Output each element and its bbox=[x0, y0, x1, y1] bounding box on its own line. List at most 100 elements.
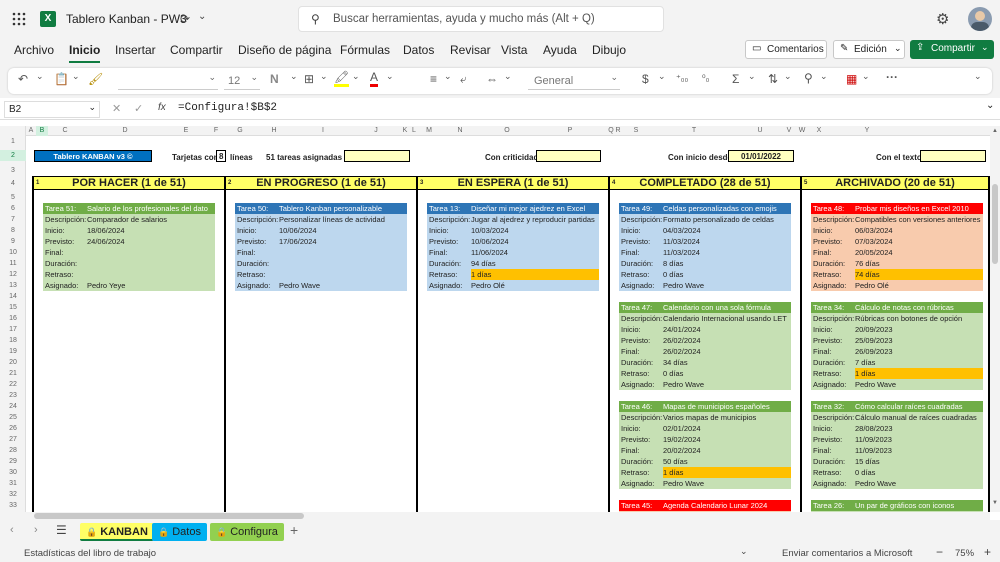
scroll-down-icon[interactable]: ▼ bbox=[992, 500, 998, 506]
task-card[interactable]: Tarea 49: Celdas personalizadas con emoji… bbox=[619, 203, 791, 291]
column-header[interactable]: A bbox=[26, 126, 36, 136]
name-box[interactable]: B2 ⌄ bbox=[4, 101, 100, 118]
column-header[interactable]: X bbox=[808, 126, 830, 136]
row-header[interactable]: 27 bbox=[0, 434, 26, 445]
task-card[interactable]: Tarea 47: Calendario con una sola fórmula… bbox=[619, 302, 791, 390]
menu-tab-6[interactable]: Datos bbox=[403, 43, 434, 57]
tarjetas-lineas-input[interactable]: 8 bbox=[216, 150, 226, 162]
menu-tab-0[interactable]: Archivo bbox=[14, 43, 54, 57]
column-header[interactable]: P bbox=[532, 126, 608, 136]
chevron-down-icon[interactable]: ⌄ bbox=[444, 71, 452, 82]
vertical-scroll-thumb[interactable] bbox=[992, 184, 998, 264]
zoom-level[interactable]: 75% bbox=[955, 548, 974, 559]
document-title[interactable]: Tablero Kanban - PW3 bbox=[66, 12, 187, 26]
card-header[interactable]: Tarea 50: Tablero Kanban personalizable bbox=[235, 203, 407, 214]
font-style-icon[interactable]: N bbox=[270, 72, 279, 86]
row-header[interactable]: 21 bbox=[0, 368, 26, 379]
row-header[interactable]: 30 bbox=[0, 467, 26, 478]
row-header[interactable]: 22 bbox=[0, 379, 26, 390]
decrease-decimal-icon[interactable]: ⁰₀ bbox=[702, 73, 709, 84]
menu-tab-3[interactable]: Compartir bbox=[170, 43, 223, 57]
conditional-format-icon[interactable]: ▦ bbox=[846, 72, 857, 86]
card-header[interactable]: Tarea 26: Un par de gráficos con iconos bbox=[811, 500, 983, 511]
row-header[interactable]: 6 bbox=[0, 203, 26, 214]
column-header[interactable]: S bbox=[622, 126, 650, 136]
card-header[interactable]: Tarea 51: Salario de los profesionales de… bbox=[43, 203, 215, 214]
number-format-select[interactable]: General ⌄ bbox=[528, 72, 620, 90]
row-header[interactable]: 24 bbox=[0, 401, 26, 412]
column-header[interactable]: V bbox=[782, 126, 796, 136]
chevron-down-icon[interactable]: ⌄ bbox=[658, 71, 666, 82]
column-header[interactable]: D bbox=[82, 126, 168, 136]
column-header[interactable]: M bbox=[420, 126, 438, 136]
cancel-icon[interactable]: ✕ bbox=[112, 102, 121, 115]
add-sheet-icon[interactable]: + bbox=[290, 522, 298, 538]
card-header[interactable]: Tarea 48: Probar mis diseños en Excel 201… bbox=[811, 203, 983, 214]
chevron-down-icon[interactable]: ⌄ bbox=[290, 71, 298, 82]
menu-tab-9[interactable]: Ayuda bbox=[543, 43, 577, 57]
column-header[interactable]: G bbox=[228, 126, 252, 136]
menu-tab-8[interactable]: Vista bbox=[501, 43, 527, 57]
paste-icon[interactable]: 📋 bbox=[54, 72, 69, 86]
avatar[interactable] bbox=[968, 7, 992, 31]
find-icon[interactable]: ⚲ bbox=[804, 71, 813, 85]
column-header[interactable]: L bbox=[408, 126, 420, 136]
function-icon[interactable]: fx bbox=[158, 102, 166, 113]
confirm-icon[interactable]: ✓ bbox=[134, 102, 143, 115]
sheet-tab[interactable]: 🔒 Datos bbox=[152, 523, 207, 541]
row-header[interactable]: 10 bbox=[0, 247, 26, 258]
card-header[interactable]: Tarea 13: Diseñar mi mejor ajedrez en Exc… bbox=[427, 203, 599, 214]
column-header[interactable]: E bbox=[168, 126, 204, 136]
criticidad-filter-input[interactable] bbox=[536, 150, 601, 162]
undo-icon[interactable]: ↶ bbox=[18, 72, 28, 86]
chevron-down-icon[interactable]: ⌄ bbox=[784, 71, 792, 82]
horizontal-scrollbar[interactable] bbox=[0, 512, 990, 520]
task-card[interactable]: Tarea 34: Cálculo de notas con rúbricas De… bbox=[811, 302, 983, 390]
board-title-banner[interactable]: Tablero KANBAN v3 © bbox=[34, 150, 152, 162]
row-header[interactable]: 11 bbox=[0, 258, 26, 269]
column-header[interactable]: T bbox=[650, 126, 738, 136]
card-header[interactable]: Tarea 47: Calendario con una sola fórmula bbox=[619, 302, 791, 313]
search-box[interactable]: ⚲ Buscar herramientas, ayuda y mucho más… bbox=[298, 6, 664, 32]
sheet-list-icon[interactable]: ☰ bbox=[56, 523, 67, 537]
sort-filter-icon[interactable]: ⇅ bbox=[768, 72, 778, 86]
chevron-down-icon[interactable]: ⌄ bbox=[36, 71, 44, 82]
menu-tab-7[interactable]: Revisar bbox=[450, 43, 491, 57]
task-card[interactable]: Tarea 13: Diseñar mi mejor ajedrez en Exc… bbox=[427, 203, 599, 291]
share-button[interactable]: ⇪ Compartir ⌄ bbox=[910, 40, 994, 59]
align-icon[interactable]: ≡ bbox=[430, 72, 437, 86]
row-header[interactable]: 15 bbox=[0, 302, 26, 313]
row-header[interactable]: 14 bbox=[0, 291, 26, 302]
chevron-down-icon[interactable]: ⌄ bbox=[740, 546, 748, 557]
increase-decimal-icon[interactable]: ⁺₀₀ bbox=[676, 73, 688, 84]
row-header[interactable]: 12 bbox=[0, 269, 26, 280]
chevron-down-icon[interactable]: ⌄ bbox=[862, 71, 870, 82]
column-header[interactable]: B bbox=[36, 126, 48, 136]
chevron-down-icon[interactable]: ⌄ bbox=[320, 71, 328, 82]
row-header[interactable]: 31 bbox=[0, 478, 26, 489]
card-header[interactable]: Tarea 49: Celdas personalizadas con emoji… bbox=[619, 203, 791, 214]
sheet-tab[interactable]: 🔒 Configura bbox=[210, 523, 284, 541]
row-header[interactable]: 29 bbox=[0, 456, 26, 467]
task-card[interactable]: Tarea 26:Un par de gráficos con iconosDe… bbox=[811, 500, 983, 512]
row-header[interactable]: 23 bbox=[0, 390, 26, 401]
chevron-down-icon[interactable]: ⌄ bbox=[820, 71, 828, 82]
sheet-tab[interactable]: 🔒 KANBAN bbox=[80, 523, 154, 541]
font-color-icon[interactable]: A bbox=[370, 70, 379, 87]
task-card[interactable]: Tarea 50: Tablero Kanban personalizable De… bbox=[235, 203, 407, 291]
row-header[interactable]: 4 bbox=[0, 178, 26, 189]
column-header[interactable]: U bbox=[738, 126, 782, 136]
app-launcher-icon[interactable] bbox=[12, 12, 26, 26]
row-header[interactable]: 25 bbox=[0, 412, 26, 423]
row-header[interactable]: 1 bbox=[0, 136, 26, 147]
chevron-down-icon[interactable]: ⌄ bbox=[504, 71, 512, 82]
task-card[interactable]: Tarea 51: Salario de los profesionales de… bbox=[43, 203, 215, 291]
horizontal-scroll-thumb[interactable] bbox=[34, 513, 304, 519]
row-header[interactable]: 26 bbox=[0, 423, 26, 434]
workbook-statistics[interactable]: Estadísticas del libro de trabajo bbox=[24, 548, 156, 559]
collapse-ribbon-icon[interactable]: ⌄ bbox=[974, 71, 982, 82]
row-header[interactable]: 9 bbox=[0, 236, 26, 247]
comments-button[interactable]: ▭ Comentarios bbox=[745, 40, 827, 59]
card-header[interactable]: Tarea 32: Cómo calcular raíces cuadradas bbox=[811, 401, 983, 412]
row-header[interactable]: 2 bbox=[0, 150, 26, 161]
